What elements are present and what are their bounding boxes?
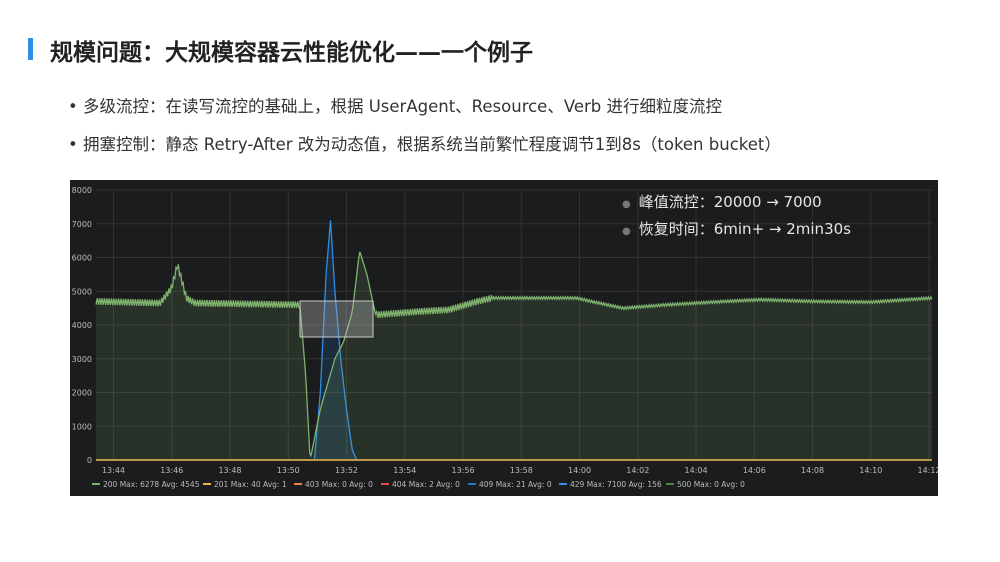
legend-swatch-403: [294, 483, 302, 485]
legend-swatch-201: [203, 483, 211, 485]
x-tick-label: 13:46: [160, 466, 183, 475]
x-tick-label: 13:48: [218, 466, 241, 475]
y-tick-label: 7000: [72, 220, 92, 229]
y-tick-label: 5000: [72, 287, 92, 296]
legend-label-201: 201 Max: 40 Avg: 1: [214, 480, 287, 489]
x-tick-label: 14:08: [801, 466, 824, 475]
x-tick-label: 13:54: [393, 466, 416, 475]
y-tick-label: 8000: [72, 186, 92, 195]
x-tick-label: 13:56: [451, 466, 474, 475]
chart-annotations: ● 峰值流控：20000 → 7000 ● 恢复时间：6min+ → 2min30s: [622, 193, 851, 238]
legend-label-500: 500 Max: 0 Avg: 0: [677, 480, 745, 489]
y-tick-label: 6000: [72, 254, 92, 263]
x-tick-label: 13:58: [510, 466, 533, 475]
legend-swatch-404: [381, 483, 389, 485]
slide-title: 规模问题：大规模容器云性能优化——一个例子: [50, 40, 533, 66]
x-tick-label: 13:52: [335, 466, 358, 475]
x-tick-label: 14:00: [568, 466, 591, 475]
x-tick-label: 14:04: [685, 466, 708, 475]
x-tick-label: 13:44: [102, 466, 125, 475]
y-tick-label: 3000: [72, 355, 92, 364]
series-area-200: [96, 251, 932, 460]
x-tick-label: 13:50: [277, 466, 300, 475]
bullet-item: • 拥塞控制：静态 Retry-After 改为动态值，根据系统当前繁忙程度调节…: [68, 135, 781, 154]
y-tick-label: 0: [87, 456, 92, 465]
x-tick-label: 14:10: [859, 466, 882, 475]
legend-swatch-200: [92, 483, 100, 485]
x-tick-label: 14:12: [918, 466, 938, 475]
x-tick-label: 14:02: [626, 466, 649, 475]
chart-panel: 0 1000 2000 3000 4000 5000 6000 7000 8000 13:44 13…: [70, 180, 938, 496]
legend-label-429: 429 Max: 7100 Avg: 156: [570, 480, 662, 489]
annotation-peak: 峰值流控：20000 → 7000: [638, 193, 822, 211]
bullet-item: • 多级流控：在读写流控的基础上，根据 UserAgent、Resource、V…: [68, 97, 722, 116]
legend-swatch-429: [559, 483, 567, 485]
title-accent-bar: [28, 38, 33, 60]
legend-label-200: 200 Max: 6278 Avg: 4545: [103, 480, 200, 489]
x-tick-label: 14:06: [743, 466, 766, 475]
legend-swatch-500: [666, 483, 674, 485]
legend-label-403: 403 Max: 0 Avg: 0: [305, 480, 373, 489]
selection-overlay: [299, 300, 374, 338]
legend-label-404: 404 Max: 2 Avg: 0: [392, 480, 460, 489]
annotation-recovery: 恢复时间：6min+ → 2min30s: [638, 220, 851, 238]
y-tick-label: 2000: [72, 389, 92, 398]
legend-label-409: 409 Max: 21 Avg: 0: [479, 480, 552, 489]
y-tick-label: 4000: [72, 321, 92, 330]
y-tick-label: 1000: [72, 422, 92, 431]
bullet-list: • 多级流控：在读写流控的基础上，根据 UserAgent、Resource、V…: [68, 94, 781, 170]
legend-swatch-409: [468, 483, 476, 485]
